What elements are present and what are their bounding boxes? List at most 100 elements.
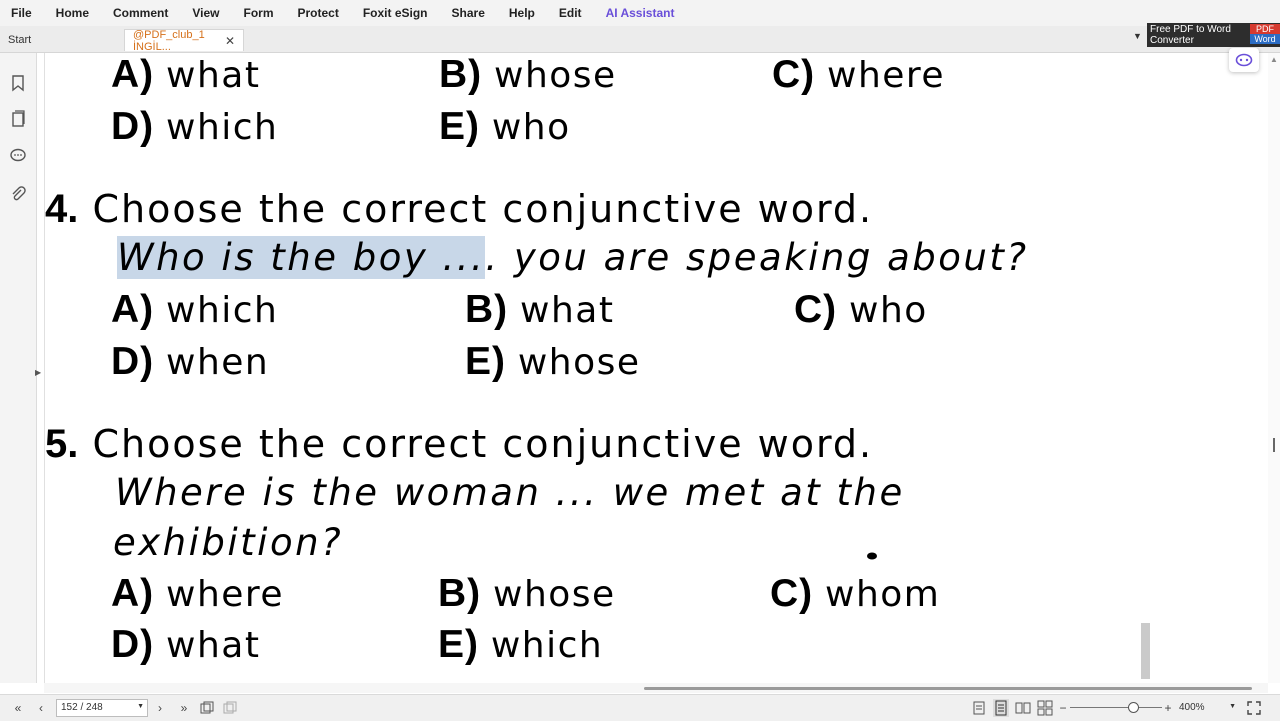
q5-option-a: A) where [111,572,284,616]
zoom-slider-track[interactable] [1070,707,1162,708]
q4-option-b: B) what [465,288,614,332]
scroll-up-icon[interactable]: ▲ [1270,55,1278,64]
menu-ai-assistant[interactable]: AI Assistant [594,6,687,20]
q5-option-d: D) what [111,623,260,667]
promo-badge-pdf: PDF [1256,24,1274,34]
horizontal-scrollbar[interactable] [44,683,1268,693]
menu-edit[interactable]: Edit [547,6,594,20]
comment-icon[interactable] [9,147,27,165]
zoom-in-icon[interactable]: + [1162,699,1174,717]
menu-bar: File Home Comment View Form Protect Foxi… [0,0,1280,26]
option-word: which [166,107,279,148]
chevron-down-icon[interactable]: ▼ [1229,703,1236,710]
menu-view[interactable]: View [180,6,231,20]
question-5-sentence-line1: Where is the woman ... we met at the [115,471,905,514]
continuous-facing-icon[interactable] [1037,699,1053,717]
prev-option-a: A) what [111,53,260,97]
option-word: whom [825,574,941,615]
ai-assistant-icon [1235,53,1253,67]
page-number-input[interactable]: 152 / 248 ▼ [56,699,148,717]
menu-foxit-esign[interactable]: Foxit eSign [351,6,440,20]
vertical-scrollbar[interactable]: ▲ [1268,53,1280,683]
promo-badge-word: Word [1250,34,1280,44]
scrollbar-thumb[interactable] [644,687,1252,690]
option-letter: C) [794,288,838,331]
menu-share[interactable]: Share [440,6,497,20]
option-letter: A) [111,53,155,96]
q4-option-c: C) who [794,288,928,332]
reflow-icon[interactable] [222,699,238,717]
tab-document[interactable]: @PDF_club_1 İNGİL... ✕ [124,29,244,53]
menu-protect[interactable]: Protect [286,6,351,20]
next-page-icon[interactable]: › [153,699,167,717]
menu-form[interactable]: Form [232,6,286,20]
prev-option-e: E) who [439,105,571,149]
rotate-view-icon[interactable] [199,699,215,717]
sidebar-expand-icon[interactable]: ▶ [35,368,41,377]
option-letter: D) [111,340,155,383]
menu-file[interactable]: File [0,6,44,20]
option-letter: C) [772,53,816,96]
ai-assistant-float-button[interactable] [1229,48,1259,72]
option-letter: A) [111,572,155,615]
question-4-sentence[interactable]: Who is the boy .... you are speaking abo… [117,236,1029,279]
menu-comment[interactable]: Comment [101,6,180,20]
tab-bar: Start @PDF_club_1 İNGİL... ✕ [0,26,1280,53]
question-5-prompt: 5. Choose the correct conjunctive word. [45,422,873,467]
chevron-down-icon[interactable]: ▼ [137,703,144,710]
option-word: when [166,342,270,383]
fit-icon[interactable] [1246,699,1262,717]
menu-home[interactable]: Home [44,6,101,20]
question-text: Choose the correct conjunctive word. [92,187,874,231]
attachment-icon[interactable] [9,185,27,203]
sentence-rest: . you are speaking about? [485,236,1029,279]
document-page: A) what B) whose C) where D) which E) wh… [44,53,1181,683]
left-sidebar [0,53,37,683]
option-letter: B) [439,53,483,96]
tab-start-label: Start [8,34,32,46]
pdf-to-word-badge: PDF Word [1250,24,1280,44]
continuous-icon[interactable] [993,699,1009,717]
first-page-icon[interactable]: « [10,699,26,717]
zoom-level-value: 400% [1179,702,1205,713]
question-4-prompt: 4. Choose the correct conjunctive word. [45,187,873,232]
option-word: where [166,574,285,615]
zoom-out-icon[interactable]: − [1057,699,1069,717]
tab-list-dropdown-icon[interactable]: ▼ [1133,31,1142,41]
q5-option-e: E) which [438,623,603,667]
question-number: 4. [45,187,79,231]
selected-text[interactable]: Who is the boy ... [117,236,486,279]
scan-speckle [1141,623,1150,679]
q4-option-e: E) whose [465,340,641,384]
bookmark-icon[interactable] [9,74,27,92]
prev-page-icon[interactable]: ‹ [34,699,48,717]
prev-option-c: C) where [772,53,945,97]
q5-option-b: B) whose [438,572,616,616]
option-word: who [491,107,571,148]
pages-icon[interactable] [9,110,27,128]
option-letter: D) [111,623,155,666]
zoom-slider-handle[interactable] [1128,702,1139,713]
option-letter: B) [465,288,509,331]
scrollbar-thumb[interactable] [1273,438,1275,452]
option-letter: D) [111,105,155,148]
tab-start[interactable]: Start [0,29,122,51]
menu-help[interactable]: Help [497,6,547,20]
promo-banner[interactable]: Free PDF to Word Converter PDF Word [1147,23,1280,47]
q4-option-a: A) which [111,288,278,332]
facing-icon[interactable] [1015,699,1031,717]
option-word: whose [517,342,641,383]
option-letter: B) [438,572,482,615]
option-letter: C) [770,572,814,615]
prev-option-d: D) which [111,105,278,149]
option-word: who [849,290,928,331]
question-text: Choose the correct conjunctive word. [92,422,874,466]
close-icon[interactable]: ✕ [225,34,235,48]
option-word: whose [494,55,617,96]
single-page-icon[interactable] [971,699,987,717]
q4-option-d: D) when [111,340,269,384]
option-letter: E) [439,105,480,148]
last-page-icon[interactable]: » [176,699,192,717]
zoom-level-select[interactable]: 400% ▼ [1177,699,1239,717]
question-5-sentence-line2: exhibition? [113,521,344,564]
